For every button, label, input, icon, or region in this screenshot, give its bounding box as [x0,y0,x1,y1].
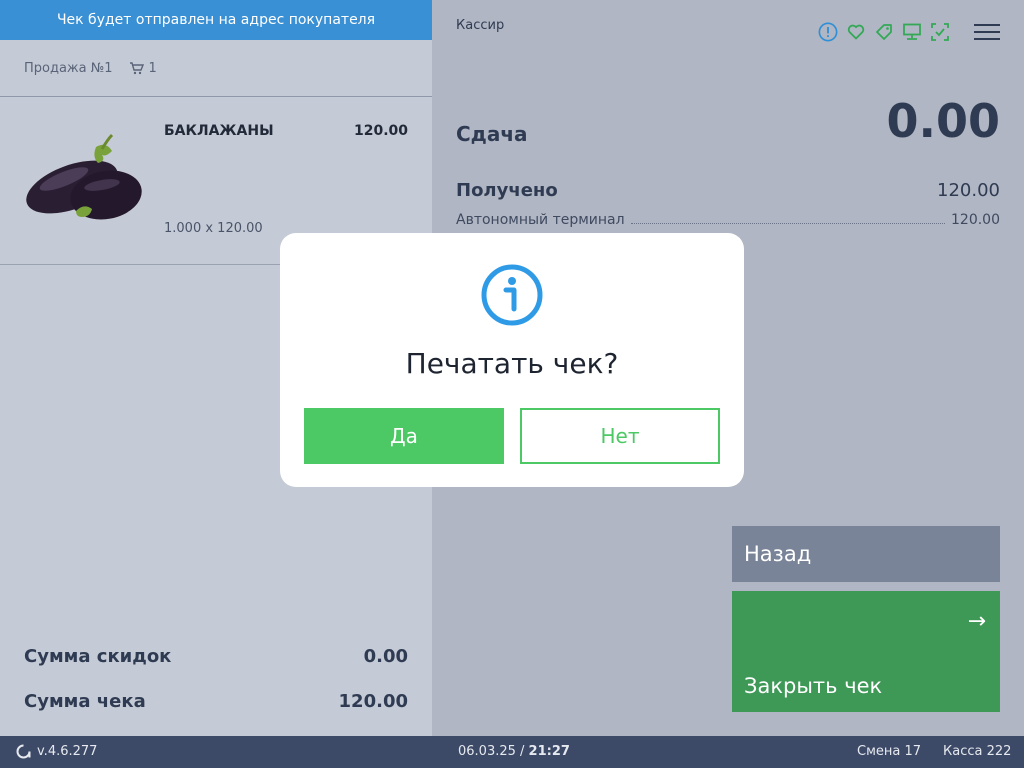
no-button[interactable]: Нет [520,408,720,464]
totals: Сумма скидок 0.00 Сумма чека 120.00 [24,622,408,712]
arrow-right-icon: → [967,609,986,634]
scan-check-icon[interactable] [930,22,950,42]
time-text: 21:27 [528,744,570,759]
cart-count-value: 1 [148,60,157,76]
cart-count: 1 [129,61,157,76]
item-price: 120.00 [353,123,408,139]
item-quantity: 1.000 x 120.00 [164,221,263,236]
eggplant-image [26,133,142,220]
monitor-icon[interactable] [902,22,922,42]
register-number: Касса 222 [943,744,1012,759]
discount-row: Сумма скидок 0.00 [24,646,408,667]
back-button[interactable]: Назад [732,526,1000,582]
discount-value: 0.00 [363,646,408,667]
discount-label: Сумма скидок [24,646,172,667]
date-time-separator: / [515,744,529,759]
alert-circle-icon[interactable] [818,22,838,42]
dialog-question: Печатать чек? [405,347,619,380]
sale-header: Продажа №1 1 [0,40,432,97]
app-logo-icon [16,744,31,759]
total-label: Сумма чека [24,691,146,712]
cashier-label: Кассир [456,18,505,33]
shift-number: Смена 17 [857,744,922,759]
version-text: v.4.6.277 [37,744,98,759]
received-label: Получено [456,180,558,201]
terminal-payment-row: Автономный терминал 120.00 [456,212,1000,228]
status-icons [818,22,1000,42]
change-value: 0.00 [886,94,1001,148]
banner-text: Чек будет отправлен на адрес покупателя [56,12,376,28]
receipt-email-banner: Чек будет отправлен на адрес покупателя [0,0,432,40]
received-value: 120.00 [937,180,1000,201]
print-receipt-dialog: Печатать чек? Да Нет [280,233,744,487]
dotted-leader [630,223,945,224]
item-name: БАКЛАЖАНЫ [164,123,274,139]
back-button-label: Назад [744,542,812,566]
total-value: 120.00 [338,691,408,712]
version-info: v.4.6.277 [16,744,97,759]
menu-icon[interactable] [974,22,1000,42]
heart-icon[interactable] [846,22,866,42]
close-receipt-button[interactable]: → Закрыть чек [732,591,1000,712]
terminal-label: Автономный терминал [456,212,625,228]
status-bar: v.4.6.277 06.03.25 / 21:27 Смена 17 Касс… [0,736,1024,768]
total-row: Сумма чека 120.00 [24,691,408,712]
terminal-value: 120.00 [951,212,1000,228]
info-icon [481,264,543,326]
close-receipt-label: Закрыть чек [744,674,883,698]
date-text: 06.03.25 [458,744,516,759]
sale-title: Продажа №1 [24,60,113,76]
cart-icon [129,61,144,74]
tag-icon[interactable] [874,22,894,42]
date-time: 06.03.25 / 21:27 [458,744,570,759]
yes-button[interactable]: Да [304,408,504,464]
change-label: Сдача [456,122,528,146]
